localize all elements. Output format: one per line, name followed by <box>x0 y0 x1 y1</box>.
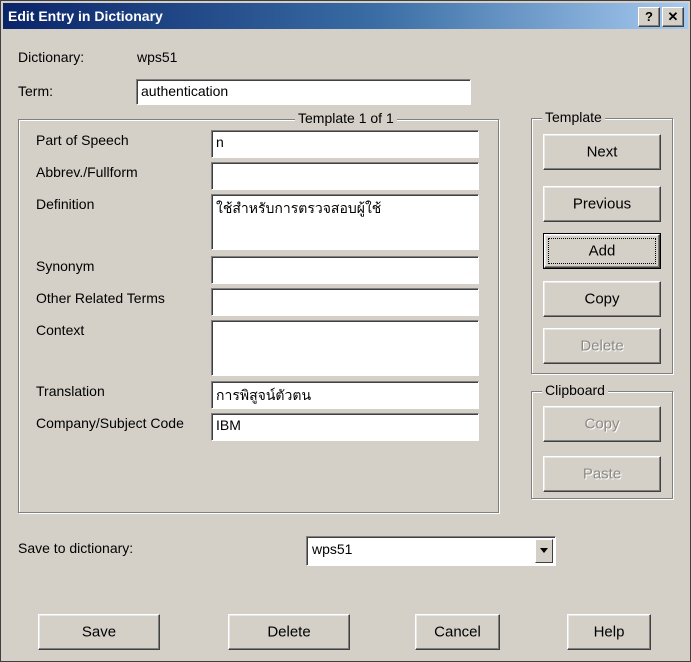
save-to-dictionary-label: Save to dictionary: <box>18 540 134 556</box>
add-button[interactable]: Add <box>543 233 661 269</box>
clipboard-paste-button[interactable]: Paste <box>543 456 661 492</box>
context-input[interactable] <box>211 320 479 376</box>
abbrev-fullform-input[interactable] <box>211 162 479 190</box>
context-label: Context <box>36 322 85 338</box>
save-button[interactable]: Save <box>38 614 160 650</box>
definition-input[interactable]: ใช้สำหรับการตรวจสอบผู้ใช้ <box>211 194 479 250</box>
previous-button[interactable]: Previous <box>543 186 661 222</box>
company-subject-code-label: Company/Subject Code <box>36 415 184 431</box>
help-button[interactable]: Help <box>567 614 651 650</box>
clipboard-group-legend: Clipboard <box>542 382 608 398</box>
window-title: Edit Entry in Dictionary <box>8 8 163 24</box>
dictionary-value: wps51 <box>137 49 178 65</box>
other-related-terms-label: Other Related Terms <box>36 290 165 306</box>
translation-input[interactable]: การพิสูจน์ตัวตน <box>211 381 479 409</box>
title-bar[interactable]: Edit Entry in Dictionary ? ✕ <box>3 3 688 29</box>
clipboard-copy-button-label: Copy <box>584 415 620 433</box>
edit-entry-dialog: Edit Entry in Dictionary ? ✕ Dictionary:… <box>0 0 691 662</box>
cancel-button[interactable]: Cancel <box>415 614 500 650</box>
template-panel-legend: Template 1 of 1 <box>295 110 397 126</box>
template-copy-button[interactable]: Copy <box>543 281 661 317</box>
cancel-button-label: Cancel <box>434 623 481 641</box>
save-to-dictionary-select[interactable]: wps51 <box>306 536 556 566</box>
close-icon[interactable]: ✕ <box>662 7 684 27</box>
template-group-legend: Template <box>542 109 605 125</box>
translation-label: Translation <box>36 383 105 399</box>
previous-button-label: Previous <box>572 195 632 213</box>
save-to-dictionary-value: wps51 <box>312 541 353 557</box>
definition-label: Definition <box>36 196 95 212</box>
clipboard-copy-button[interactable]: Copy <box>543 406 661 442</box>
delete-button[interactable]: Delete <box>228 614 350 650</box>
part-of-speech-label: Part of Speech <box>36 132 129 148</box>
abbrev-fullform-label: Abbrev./Fullform <box>36 164 138 180</box>
part-of-speech-input[interactable]: n <box>211 130 479 158</box>
help-button-label: Help <box>593 623 625 641</box>
add-button-label: Add <box>588 242 616 260</box>
synonym-input[interactable] <box>211 256 479 284</box>
next-button-label: Next <box>586 143 618 161</box>
term-input[interactable]: authentication <box>136 79 471 105</box>
delete-button-label: Delete <box>267 623 311 641</box>
help-icon[interactable]: ? <box>638 7 660 27</box>
dropdown-arrow-icon[interactable] <box>535 539 553 563</box>
template-copy-button-label: Copy <box>584 290 620 308</box>
save-button-label: Save <box>81 623 117 641</box>
template-delete-button[interactable]: Delete <box>543 328 661 364</box>
clipboard-paste-button-label: Paste <box>582 465 622 483</box>
dictionary-label: Dictionary: <box>18 49 85 65</box>
next-button[interactable]: Next <box>543 134 661 170</box>
company-subject-code-input[interactable]: IBM <box>211 413 479 441</box>
other-related-terms-input[interactable] <box>211 288 479 316</box>
synonym-label: Synonym <box>36 258 95 274</box>
term-label: Term: <box>18 83 53 99</box>
template-delete-button-label: Delete <box>580 337 624 355</box>
